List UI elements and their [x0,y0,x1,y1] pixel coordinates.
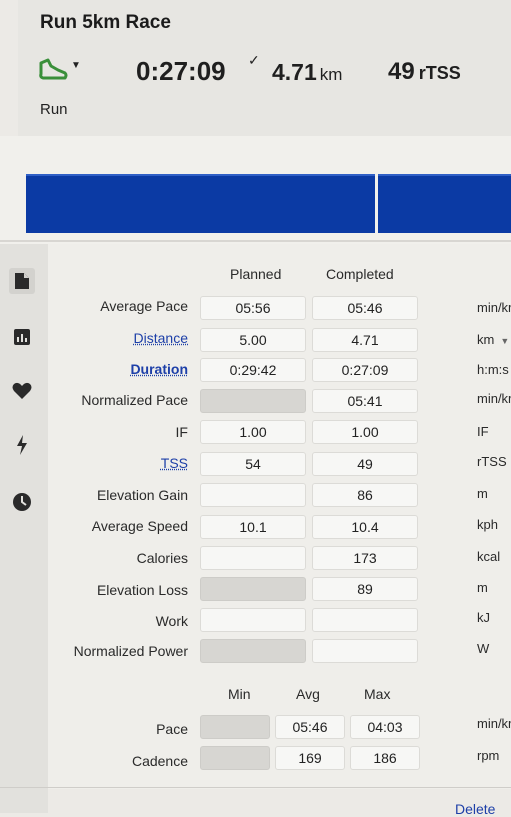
pace-max-input[interactable]: 04:03 [350,715,420,739]
calories-completed-input[interactable]: 173 [312,546,418,570]
duration-planned-input[interactable]: 0:29:42 [200,358,306,382]
cadence-unit: rpm [477,748,499,763]
divider [0,240,511,242]
elevation-gain-unit: m [477,486,488,501]
work-unit: kJ [477,610,490,625]
time-tab-clock-icon[interactable] [9,489,35,515]
work-label: Work [156,613,188,629]
completed-check-icon: ✓ [248,52,260,69]
pace-min-input [200,715,270,739]
work-completed-input[interactable] [312,608,418,632]
pace-label: Pace [156,721,188,737]
sport-dropdown-caret-icon[interactable]: ▼ [71,60,81,71]
normalized-pace-unit: min/km [477,391,511,406]
pace-avg-input[interactable]: 05:46 [275,715,345,739]
run-shoe-icon[interactable] [38,57,68,83]
workout-graph-bar[interactable] [26,174,375,233]
duration-completed-input[interactable]: 0:27:09 [312,358,418,382]
elevation-loss-unit: m [477,580,488,595]
normalized-power-unit: W [477,641,489,656]
calories-label: Calories [137,550,188,566]
summary-tss: 49 rTSS [388,58,461,86]
tss-label[interactable]: TSS [161,455,188,471]
tss-unit: rTSS [477,454,507,469]
cadence-avg-input[interactable]: 169 [275,746,345,770]
summary-distance: 4.71 km [272,59,342,86]
cadence-min-input [200,746,270,770]
elevation-gain-label: Elevation Gain [97,487,188,503]
summary-distance-unit: km [320,65,343,84]
elevation-loss-label: Elevation Loss [97,582,188,598]
distance-unit-select[interactable]: km ▼ [477,332,509,347]
average-pace-completed-input[interactable]: 05:46 [312,296,418,320]
avg-column-header: Avg [296,686,320,702]
work-planned-input[interactable] [200,608,306,632]
elevation-loss-completed-input[interactable]: 89 [312,577,418,601]
summary-tab-document-icon[interactable] [9,268,35,294]
summary-duration: 0:27:09 [136,56,226,87]
elevation-gain-completed-input[interactable]: 86 [312,483,418,507]
elevation-loss-planned-input [200,577,306,601]
summary-tss-value: 49 [388,58,415,85]
normalized-pace-label: Normalized Pace [81,392,188,408]
tss-planned-input[interactable]: 54 [200,452,306,476]
workout-header: Run 5km Race ▼ 0:27:09 ✓ 4.71 km 49 rTSS R… [18,0,511,136]
distance-planned-input[interactable]: 5.00 [200,328,306,352]
calories-unit: kcal [477,549,500,564]
delete-button[interactable]: Delete [455,801,495,817]
min-column-header: Min [228,686,251,702]
distance-completed-input[interactable]: 4.71 [312,328,418,352]
average-speed-planned-input[interactable]: 10.1 [200,515,306,539]
pace-unit: min/km [477,716,511,731]
sidebar [0,244,48,813]
distance-unit: km [477,332,494,347]
tss-unit-select[interactable]: rTSS▼ [477,454,511,469]
sport-label: Run [40,101,68,118]
workout-graph-bar[interactable] [378,174,511,233]
duration-unit: h:m:s [477,362,509,377]
if-label: IF [176,424,188,440]
average-pace-label: Average Pace [100,298,188,314]
normalized-power-label: Normalized Power [68,644,188,659]
normalized-pace-planned-input [200,389,306,413]
calories-planned-input[interactable] [200,546,306,570]
max-column-header: Max [364,686,390,702]
cadence-max-input[interactable]: 186 [350,746,420,770]
power-tab-lightning-icon[interactable] [9,432,35,458]
chevron-down-icon[interactable]: ▼ [500,336,509,346]
cadence-label: Cadence [132,753,188,769]
if-unit: IF [477,424,489,439]
average-speed-label: Average Speed [92,518,188,534]
completed-column-header: Completed [326,266,394,282]
summary-distance-value: 4.71 [272,59,317,85]
summary-tss-unit: rTSS [419,63,461,83]
footer-divider [0,787,511,788]
average-pace-planned-input[interactable]: 05:56 [200,296,306,320]
average-pace-unit: min/km [477,300,511,315]
normalized-power-planned-input [200,639,306,663]
if-planned-input[interactable]: 1.00 [200,420,306,444]
workout-title[interactable]: Run 5km Race [40,12,171,34]
metrics-panel: Planned Completed Average Pace 05:56 05:… [48,244,511,789]
average-speed-unit: kph [477,517,498,532]
distance-label[interactable]: Distance [134,330,188,346]
average-speed-completed-input[interactable]: 10.4 [312,515,418,539]
normalized-pace-completed-input[interactable]: 05:41 [312,389,418,413]
if-completed-input[interactable]: 1.00 [312,420,418,444]
analysis-tab-chart-icon[interactable] [9,324,35,350]
duration-label[interactable]: Duration [130,361,188,377]
elevation-gain-planned-input[interactable] [200,483,306,507]
heart-rate-tab-heart-icon[interactable] [9,378,35,404]
normalized-power-completed-input[interactable] [312,639,418,663]
planned-column-header: Planned [230,266,281,282]
tss-completed-input[interactable]: 49 [312,452,418,476]
